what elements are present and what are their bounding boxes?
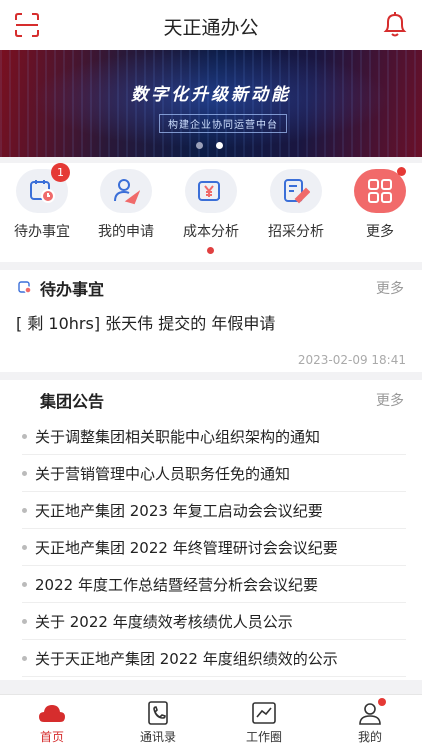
notice-item-text: 关于营销管理中心人员职务任免的通知 — [35, 465, 291, 483]
bullet-dot — [22, 619, 27, 624]
top-header: 天正通办公 — [0, 0, 422, 50]
tab-home[interactable]: 首页 — [12, 700, 92, 745]
tab-home-label: 首页 — [39, 730, 64, 744]
notice-item[interactable]: 天正地产集团 2023 年复工启动会会议纪要 — [22, 492, 406, 529]
bullet-dot — [22, 656, 27, 661]
home-cloud-icon — [38, 700, 66, 726]
quick-todo[interactable]: 1 待办事宜 — [2, 163, 82, 241]
work-circle-icon — [250, 700, 278, 726]
bell-icon[interactable] — [382, 11, 408, 39]
profile-icon — [356, 698, 386, 726]
quick-more-label: 更多 — [366, 224, 394, 240]
notice-item[interactable]: 关于营销管理中心人员职务任免的通知 — [22, 455, 406, 492]
bullet-dot — [22, 508, 27, 513]
quick-actions-page-indicator — [207, 247, 214, 254]
quick-cost-analysis[interactable]: 成本分析 — [171, 169, 251, 241]
bullet-dot — [22, 582, 27, 587]
banner-dot-2-active[interactable] — [216, 142, 223, 149]
banner-subtitle: 构建企业协同运营中台 — [159, 114, 287, 133]
quick-cost-analysis-label: 成本分析 — [183, 224, 239, 240]
todo-card: 待办事宜 更多 [ 剩 10hrs] 张天伟 提交的 年假申请 2023-02-… — [0, 270, 422, 372]
cost-analysis-icon — [185, 169, 237, 213]
banner-slogan: 数字化升级新动能 — [131, 85, 291, 105]
notice-title: 集团公告 — [40, 392, 105, 411]
notice-item[interactable]: 关于天正地产集团 2022 年度组织绩效的公示 — [22, 640, 406, 677]
grid-more-icon — [354, 167, 406, 213]
notice-more-link[interactable]: 更多 — [376, 390, 404, 410]
notice-item[interactable]: 关于调整集团相关职能中心组织架构的通知 — [22, 418, 406, 455]
notice-item[interactable]: 2022 年度工作总结暨经营分析会会议纪要 — [22, 566, 406, 603]
tab-profile-label: 我的 — [357, 730, 382, 744]
tab-contacts-label: 通讯录 — [139, 730, 176, 744]
profile-notification-dot — [378, 698, 386, 706]
tab-work-circle[interactable]: 工作圈 — [224, 700, 304, 745]
tab-contacts[interactable]: 通讯录 — [118, 700, 198, 745]
todo-title: 待办事宜 — [40, 280, 105, 299]
contacts-icon — [144, 700, 172, 726]
todo-calendar-icon: 1 — [16, 163, 70, 213]
tab-profile[interactable]: 我的 — [330, 698, 410, 745]
promo-banner[interactable]: 数字化升级新动能 构建企业协同运营中台 — [0, 50, 422, 157]
notice-item-text: 关于天正地产集团 2022 年度组织绩效的公示 — [35, 650, 338, 668]
notice-item-text: 关于 2022 年度绩效考核绩优人员公示 — [35, 613, 293, 631]
quick-my-application[interactable]: 我的申请 — [86, 169, 166, 241]
banner-dot-1[interactable] — [196, 142, 203, 149]
bullet-dot — [22, 434, 27, 439]
page-title: 天正通办公 — [163, 17, 259, 39]
todo-badge: 1 — [51, 163, 70, 182]
notice-item[interactable]: 天正地产集团 2022 年终管理研讨会会议纪要 — [22, 529, 406, 566]
group-notice-card: 集团公告 更多 关于调整集团相关职能中心组织架构的通知 关于营销管理中心人员职务… — [0, 380, 422, 680]
notice-item-text: 天正地产集团 2022 年终管理研讨会会议纪要 — [35, 539, 338, 557]
todo-timestamp: 2023-02-09 18:41 — [297, 353, 406, 367]
procurement-analysis-icon — [270, 169, 322, 213]
bullet-dot — [22, 471, 27, 476]
bullet-dot — [22, 545, 27, 550]
more-notification-dot — [397, 167, 406, 176]
notice-item-text: 天正地产集团 2023 年复工启动会会议纪要 — [35, 502, 323, 520]
todo-more-link[interactable]: 更多 — [376, 278, 404, 298]
notice-item-text: 2022 年度工作总结暨经营分析会会议纪要 — [35, 576, 318, 594]
quick-my-application-label: 我的申请 — [98, 224, 154, 240]
bottom-tab-bar: 首页 通讯录 工作圈 我的 — [0, 694, 422, 750]
quick-procurement-analysis[interactable]: 招采分析 — [256, 169, 336, 241]
todo-item[interactable]: [ 剩 10hrs] 张天伟 提交的 年假申请 — [16, 310, 275, 334]
notice-item-text: 关于调整集团相关职能中心组织架构的通知 — [35, 428, 321, 446]
quick-procurement-analysis-label: 招采分析 — [268, 224, 324, 240]
todo-small-icon — [18, 281, 32, 294]
quick-todo-label: 待办事宜 — [14, 224, 70, 240]
my-application-icon — [100, 169, 152, 213]
tab-work-circle-label: 工作圈 — [245, 730, 282, 744]
quick-more[interactable]: 更多 — [340, 167, 420, 241]
notice-item[interactable]: 关于 2022 年度绩效考核绩优人员公示 — [22, 603, 406, 640]
